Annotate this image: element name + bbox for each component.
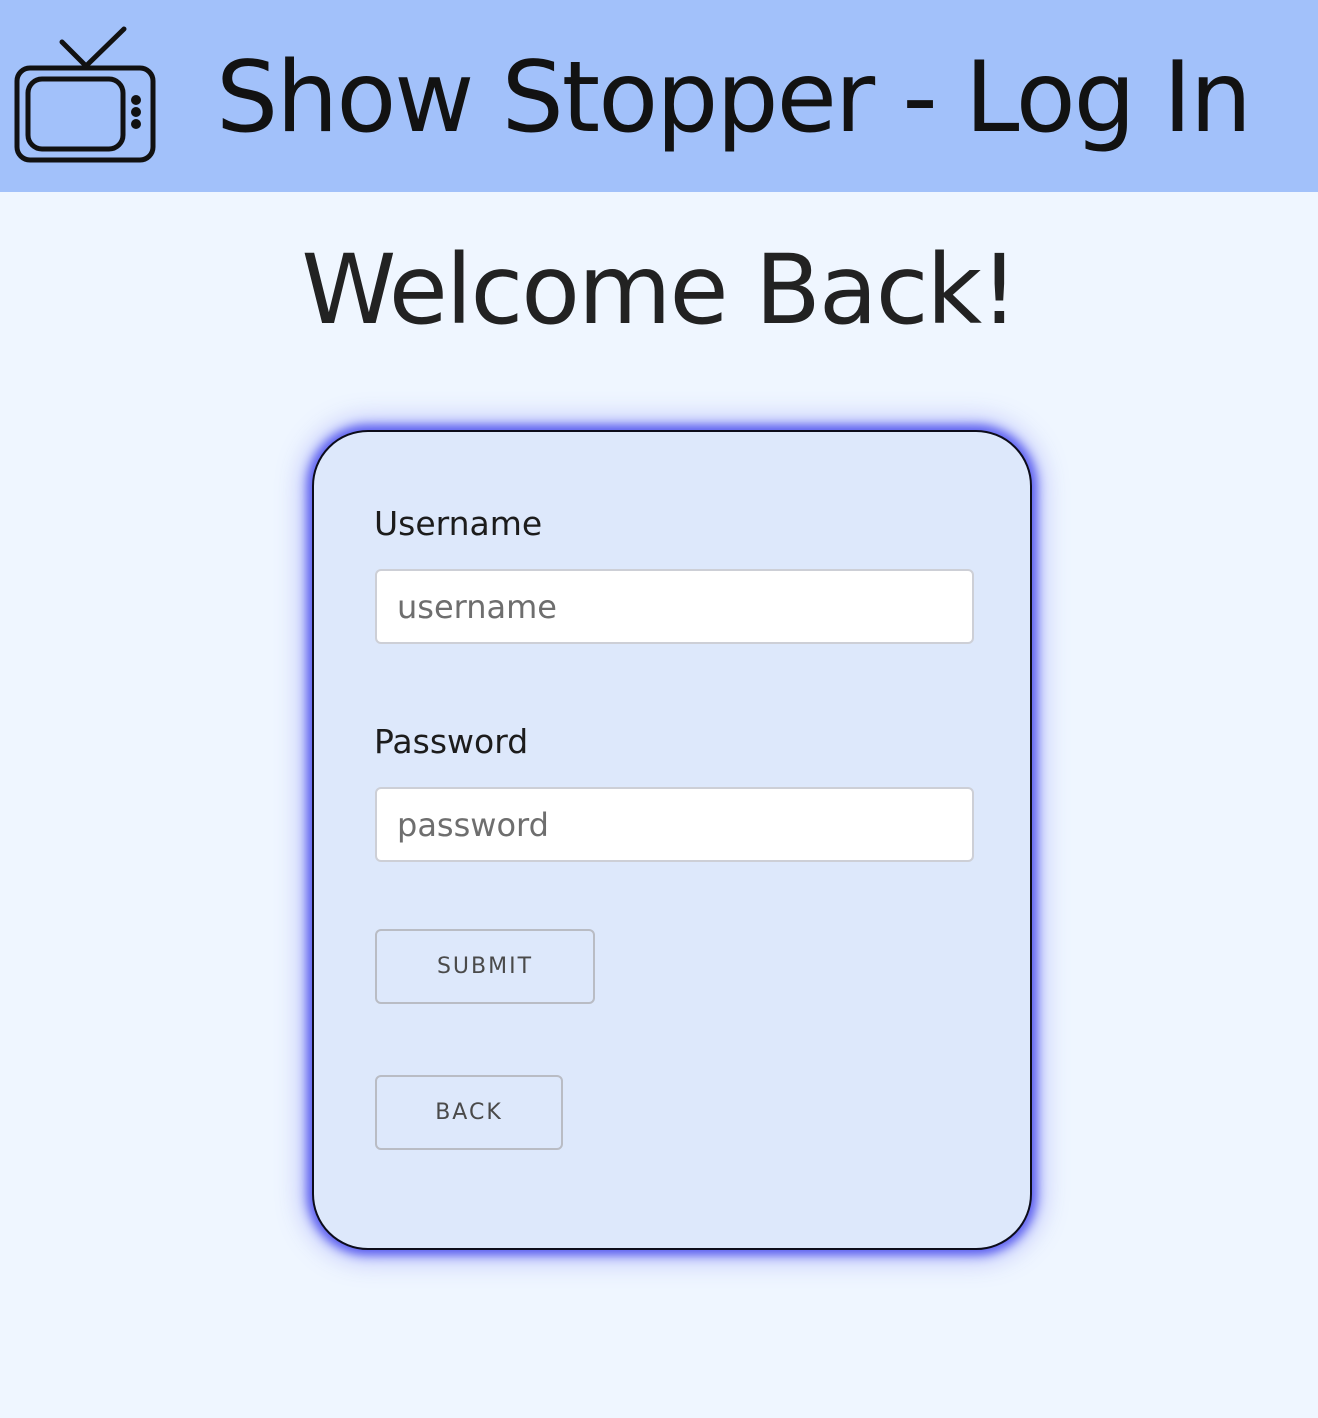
back-button[interactable]: BACK [375,1075,563,1150]
welcome-heading: Welcome Back! [301,234,1018,346]
password-label: Password [374,722,529,761]
username-input[interactable] [375,569,974,644]
login-form-card: Username Password SUBMIT BACK [312,430,1032,1250]
tv-icon [14,26,158,164]
submit-button[interactable]: SUBMIT [375,929,595,1004]
username-label: Username [374,504,543,543]
app-title: Show Stopper - Log In [216,41,1252,155]
password-input[interactable] [375,787,974,862]
app-header: Show Stopper - Log In [0,0,1318,192]
